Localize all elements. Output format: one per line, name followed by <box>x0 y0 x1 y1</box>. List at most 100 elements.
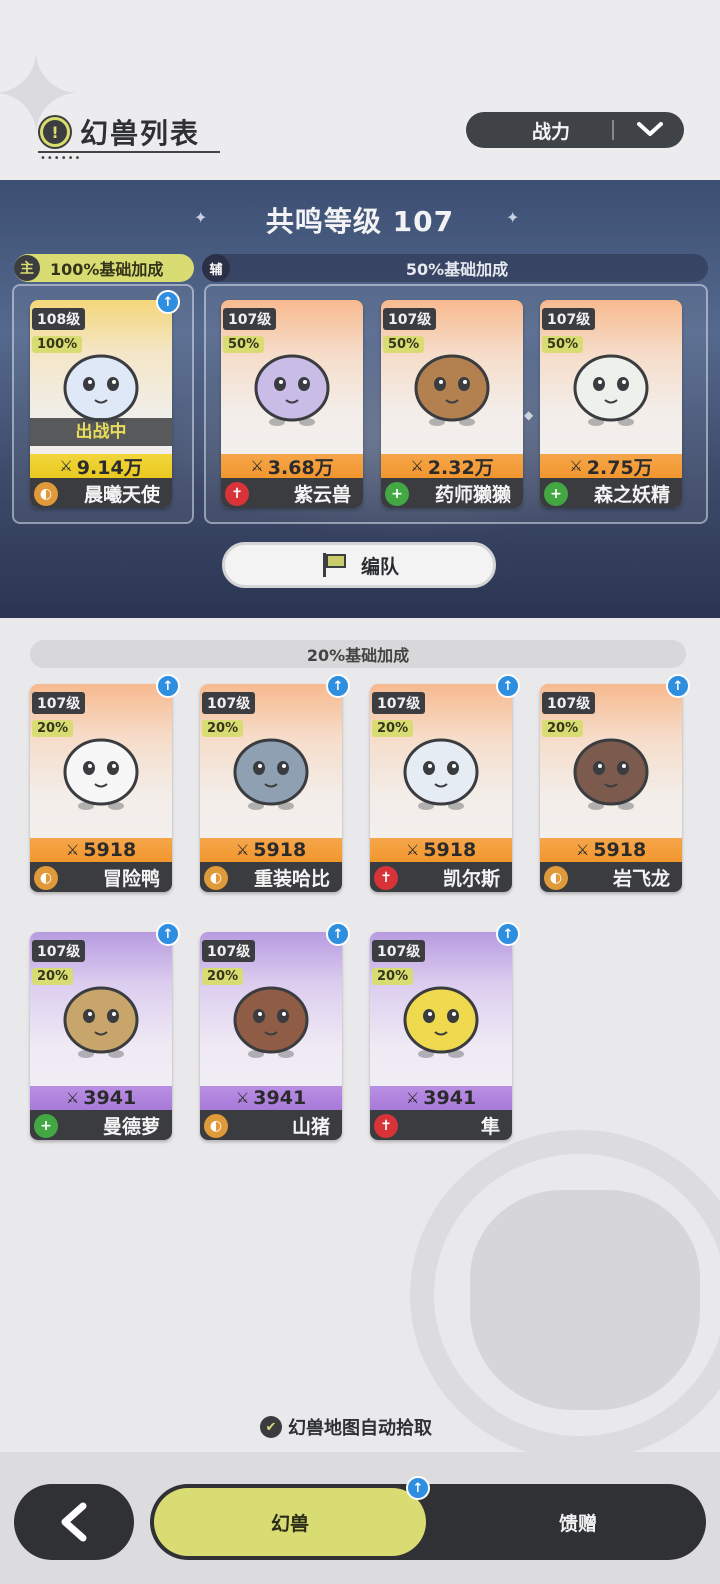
pet-card[interactable]: 107级 20% ⚔ 3941 隼 ✝ ↑ <box>370 922 520 1140</box>
bottom-tabs: 幻兽 ↑ 馈赠 <box>150 1476 706 1560</box>
pet-bonus-pct: 100% <box>32 336 83 353</box>
power-icon: ⚔ <box>405 1089 420 1107</box>
power-icon: ⚔ <box>405 841 420 859</box>
pet-power: ⚔ 3941 <box>200 1086 342 1110</box>
formation-button[interactable]: 编队 <box>222 542 496 588</box>
defense-role-icon: ◐ <box>204 866 228 890</box>
formation-label: 编队 <box>360 555 399 578</box>
main-bonus-label: 100%基础加成 <box>50 260 164 279</box>
pet-bonus-pct: 20% <box>372 968 414 985</box>
tab-gift-label: 馈赠 <box>558 1512 597 1535</box>
pet-level: 107级 <box>372 940 426 962</box>
tab-pets[interactable]: 幻兽 ↑ <box>154 1476 430 1556</box>
power-icon: ⚔ <box>410 457 424 475</box>
attack-role-icon: ✝ <box>374 866 398 890</box>
pet-power-value: 5918 <box>83 839 137 861</box>
pet-bonus-pct: 20% <box>202 720 244 737</box>
title-dots: •••••• <box>40 153 82 164</box>
pet-bonus-pct: 50% <box>223 336 265 353</box>
pet-level: 107级 <box>542 308 596 330</box>
pet-power: ⚔ 5918 <box>30 838 172 862</box>
chevron-left-icon <box>61 1502 87 1542</box>
pet-card[interactable]: 107级 20% ⚔ 3941 山猪 ◐ ↑ <box>200 922 350 1140</box>
upgrade-arrow-icon: ↑ <box>496 922 520 946</box>
pet-power-value: 5918 <box>593 839 647 861</box>
defense-role-icon: ◐ <box>204 1114 228 1138</box>
pet-power-value: 2.75万 <box>586 456 653 479</box>
heal-role-icon: + <box>385 482 409 506</box>
pet-power-value: 5918 <box>423 839 477 861</box>
defense-role-icon: ◐ <box>34 482 58 506</box>
attack-role-icon: ✝ <box>374 1114 398 1138</box>
pet-card[interactable]: 107级 20% ⚔ 5918 重装哈比 ◐ ↑ <box>200 674 350 892</box>
attack-role-icon: ✝ <box>225 482 249 506</box>
pet-power: ⚔ 3941 <box>370 1086 512 1110</box>
pet-power-value: 3941 <box>253 1087 307 1109</box>
auto-pick-toggle[interactable]: ✔ 幻兽地图自动拾取 <box>260 1414 432 1440</box>
pet-power: ⚔ 2.32万 <box>381 454 523 479</box>
pet-bonus-pct: 50% <box>383 336 425 353</box>
pet-power: ⚔ 3.68万 <box>221 454 363 479</box>
upgrade-arrow-icon: ↑ <box>156 922 180 946</box>
pet-bonus-pct: 50% <box>542 336 584 353</box>
power-icon: ⚔ <box>235 1089 250 1107</box>
exclamation-icon[interactable]: ! <box>40 117 70 147</box>
power-icon: ⚔ <box>65 841 80 859</box>
pet-level: 107级 <box>202 692 256 714</box>
heal-role-icon: + <box>544 482 568 506</box>
pet-level: 107级 <box>202 940 256 962</box>
pet-power-value: 3941 <box>423 1087 477 1109</box>
check-icon[interactable]: ✔ <box>260 1416 282 1438</box>
pet-card[interactable]: 108级 100% 出战中 ⚔ 9.14万 晨曦天使 ◐ ↑ <box>30 290 180 508</box>
upgrade-arrow-icon: ↑ <box>326 922 350 946</box>
support-badge: 辅 <box>202 254 230 282</box>
pet-bonus-pct: 20% <box>542 720 584 737</box>
support-bonus-label: 50%基础加成 <box>405 260 509 279</box>
pet-level: 107级 <box>372 692 426 714</box>
pet-level: 107级 <box>383 308 437 330</box>
pet-card[interactable]: 107级 50% ⚔ 3.68万 紫云兽 ✝ <box>221 300 363 508</box>
pet-power-value: 3.68万 <box>267 456 334 479</box>
pet-card[interactable]: 107级 50% ⚔ 2.75万 森之妖精 + <box>540 300 682 508</box>
tab-gift[interactable]: 馈赠 <box>450 1484 706 1560</box>
back-button[interactable] <box>14 1484 134 1560</box>
defense-role-icon: ◐ <box>34 866 58 890</box>
sort-dropdown[interactable]: 战力 <box>466 112 684 148</box>
tab-pets-label: 幻兽 <box>270 1512 309 1535</box>
power-icon: ⚔ <box>235 841 250 859</box>
main-badge: 主 <box>14 255 40 281</box>
sort-selected-label: 战力 <box>531 120 570 143</box>
pet-power: ⚔ 5918 <box>370 838 512 862</box>
pet-bonus-pct: 20% <box>372 720 414 737</box>
support-bonus-bar: 辅 50%基础加成 <box>202 254 708 282</box>
upgrade-arrow-icon: ↑ <box>496 674 520 698</box>
auto-pick-label: 幻兽地图自动拾取 <box>288 1418 432 1439</box>
pet-power-value: 2.32万 <box>427 456 494 479</box>
pet-power-value: 3941 <box>83 1087 137 1109</box>
page-title-group: ! 幻兽列表 <box>40 112 200 152</box>
pet-bonus-pct: 20% <box>32 720 74 737</box>
top-area: ✦ <box>0 0 720 180</box>
chevron-down-icon <box>630 118 670 143</box>
resonance-level: 共鸣等级 107 <box>265 205 455 238</box>
defense-role-icon: ◐ <box>544 866 568 890</box>
page-title: 幻兽列表 <box>80 117 201 150</box>
pet-power-value: 5918 <box>253 839 307 861</box>
pet-power: ⚔ 5918 <box>540 838 682 862</box>
pet-bonus-pct: 20% <box>202 968 244 985</box>
power-icon: ⚔ <box>65 1089 80 1107</box>
upgrade-arrow-icon: ↑ <box>666 674 690 698</box>
flag-icon <box>319 551 349 579</box>
pet-level: 107级 <box>223 308 277 330</box>
collection-bonus-label: 20%基础加成 <box>30 640 686 668</box>
sort-divider <box>612 120 614 140</box>
pet-card[interactable]: 107级 20% ⚔ 5918 凯尔斯 ✝ ↑ <box>370 674 520 892</box>
pet-card[interactable]: 107级 20% ⚔ 5918 冒险鸭 ◐ ↑ <box>30 674 180 892</box>
upgrade-arrow-icon: ↑ <box>326 674 350 698</box>
pet-power: ⚔ 2.75万 <box>540 454 682 479</box>
pet-card[interactable]: 107级 20% ⚔ 5918 岩飞龙 ◐ ↑ <box>540 674 690 892</box>
pet-card[interactable]: 107级 20% ⚔ 3941 曼德萝 + ↑ <box>30 922 180 1140</box>
pet-level: 107级 <box>542 692 596 714</box>
pet-power-value: 9.14万 <box>76 456 143 479</box>
pet-card[interactable]: 107级 50% ⚔ 2.32万 药师獭獭 + <box>381 300 523 508</box>
